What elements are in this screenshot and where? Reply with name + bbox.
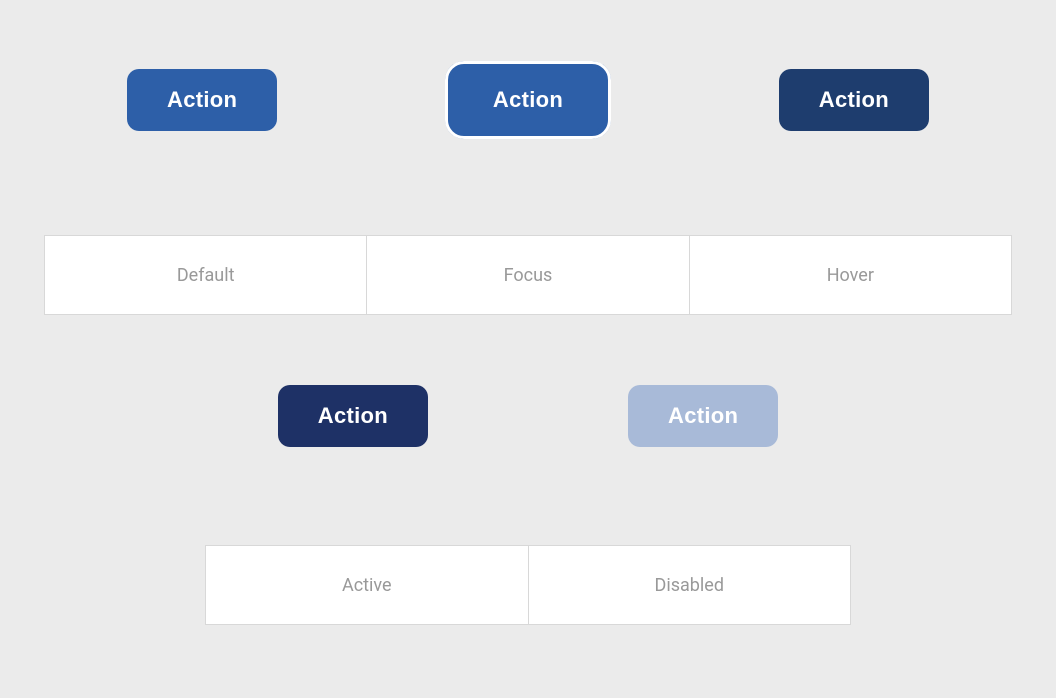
hover-button[interactable]: Action [779, 69, 929, 131]
hover-state-label: Hover [689, 235, 1012, 315]
active-button[interactable]: Action [278, 385, 428, 447]
top-button-row: Action Action Action [0, 66, 1056, 134]
default-button[interactable]: Action [127, 69, 277, 131]
disabled-button: Action [628, 385, 778, 447]
middle-button-row: Action Action [0, 385, 1056, 447]
active-state-label: Active [205, 545, 528, 625]
default-state-label: Default [44, 235, 366, 315]
bottom-labels-row: Active Disabled [205, 545, 851, 625]
disabled-state-label: Disabled [528, 545, 852, 625]
page-container: Action Action Action Default Focus Hover… [0, 0, 1056, 698]
focus-button[interactable]: Action [450, 66, 606, 134]
state-labels-row: Default Focus Hover [44, 235, 1012, 315]
focus-state-label: Focus [366, 235, 688, 315]
